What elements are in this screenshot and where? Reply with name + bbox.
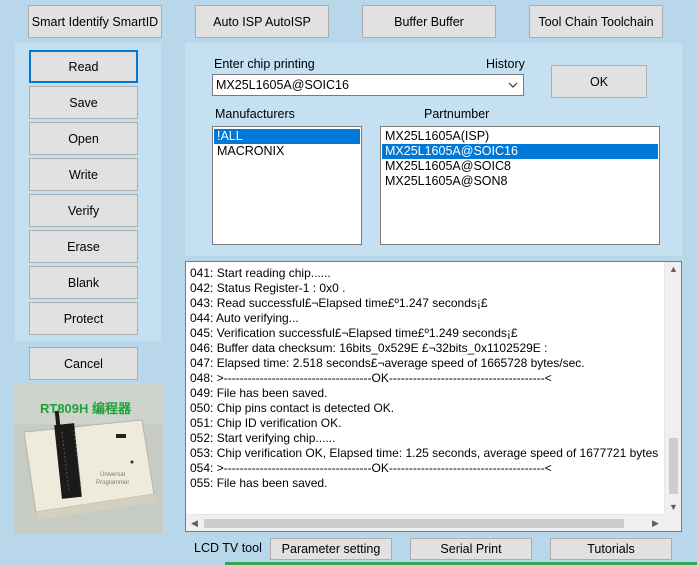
scroll-down-icon[interactable]: ▼ <box>665 502 681 512</box>
save-button[interactable]: Save <box>29 86 138 119</box>
partnumber-label: Partnumber <box>424 107 490 121</box>
scroll-corner <box>664 514 681 531</box>
log-line: 048: >----------------------------------… <box>190 371 552 385</box>
log-line: 054: >----------------------------------… <box>190 461 552 475</box>
buffer-button[interactable]: Buffer Buffer <box>362 5 496 38</box>
log-line: 047: Elapsed time: 2.518 seconds£¬averag… <box>190 356 585 370</box>
protect-button[interactable]: Protect <box>29 302 138 335</box>
scroll-left-icon[interactable]: ◀ <box>186 518 203 529</box>
manufacturers-label: Manufacturers <box>215 107 295 121</box>
log-lines: 041: Start reading chip...... 042: Statu… <box>190 266 663 491</box>
log-line: 049: File has been saved. <box>190 386 328 400</box>
log-line: 050: Chip pins contact is detected OK. <box>190 401 395 415</box>
parameter-setting-button[interactable]: Parameter setting <box>270 538 392 560</box>
tutorials-button[interactable]: Tutorials <box>550 538 672 560</box>
manufacturer-item[interactable]: MACRONIX <box>214 144 360 159</box>
write-button[interactable]: Write <box>29 158 138 191</box>
partnumber-item[interactable]: MX25L1605A@SON8 <box>382 174 658 189</box>
partnumber-item[interactable]: MX25L1605A@SOIC16 <box>382 144 658 159</box>
log-horizontal-scrollbar[interactable]: ◀ ▶ <box>186 514 664 531</box>
verify-button[interactable]: Verify <box>29 194 138 227</box>
cancel-button[interactable]: Cancel <box>29 347 138 380</box>
smart-identify-button[interactable]: Smart Identify SmartID <box>28 5 162 38</box>
lcd-tv-tool-label[interactable]: LCD TV tool <box>194 541 262 555</box>
auto-isp-button[interactable]: Auto ISP AutoISP <box>195 5 329 38</box>
log-line: 051: Chip ID verification OK. <box>190 416 342 430</box>
manufacturer-item[interactable]: !ALL <box>214 129 360 144</box>
scroll-right-icon[interactable]: ▶ <box>647 518 664 529</box>
manufacturers-list[interactable]: !ALL MACRONIX <box>212 126 362 245</box>
ok-button[interactable]: OK <box>551 65 647 98</box>
programmer-device-image: Universal Programmer RT809H 编程器 <box>14 384 163 534</box>
history-label: History <box>486 57 525 71</box>
log-output[interactable]: 041: Start reading chip...... 042: Statu… <box>185 261 682 532</box>
partnumber-list[interactable]: MX25L1605A(ISP) MX25L1605A@SOIC16 MX25L1… <box>380 126 660 245</box>
log-line: 041: Start reading chip...... <box>190 266 331 280</box>
log-line: 045: Verification successful£¬Elapsed ti… <box>190 326 518 340</box>
chip-combo-value: MX25L1605A@SOIC16 <box>216 78 349 92</box>
log-vertical-scroll-thumb[interactable] <box>669 438 678 494</box>
log-line: 043: Read successful£¬Elapsed time£º1.24… <box>190 296 488 310</box>
log-line: 055: File has been saved. <box>190 476 328 490</box>
scroll-up-icon[interactable]: ▲ <box>665 264 681 274</box>
enter-chip-label: Enter chip printing <box>214 57 315 71</box>
log-line: 046: Buffer data checksum: 16bits_0x529E… <box>190 341 548 355</box>
device-caption: RT809H 编程器 <box>40 401 132 416</box>
partnumber-item[interactable]: MX25L1605A(ISP) <box>382 129 658 144</box>
log-line: 053: Chip verification OK, Elapsed time:… <box>190 446 659 460</box>
serial-print-button[interactable]: Serial Print <box>410 538 532 560</box>
log-line: 052: Start verifying chip...... <box>190 431 336 445</box>
partnumber-item[interactable]: MX25L1605A@SOIC8 <box>382 159 658 174</box>
svg-text:Universal: Universal <box>100 472 125 478</box>
chip-combo-box[interactable]: MX25L1605A@SOIC16 <box>212 74 524 96</box>
log-line: 042: Status Register-1 : 0x0 . <box>190 281 346 295</box>
read-button[interactable]: Read <box>29 50 138 83</box>
erase-button[interactable]: Erase <box>29 230 138 263</box>
open-button[interactable]: Open <box>29 122 138 155</box>
chevron-down-icon[interactable] <box>507 79 519 91</box>
svg-text:Programmer: Programmer <box>96 480 129 486</box>
blank-button[interactable]: Blank <box>29 266 138 299</box>
log-line: 044: Auto verifying... <box>190 311 299 325</box>
tool-chain-button[interactable]: Tool Chain Toolchain <box>529 5 663 38</box>
log-vertical-scrollbar[interactable]: ▲ ▼ <box>664 262 681 514</box>
log-horizontal-scroll-thumb[interactable] <box>204 519 624 528</box>
